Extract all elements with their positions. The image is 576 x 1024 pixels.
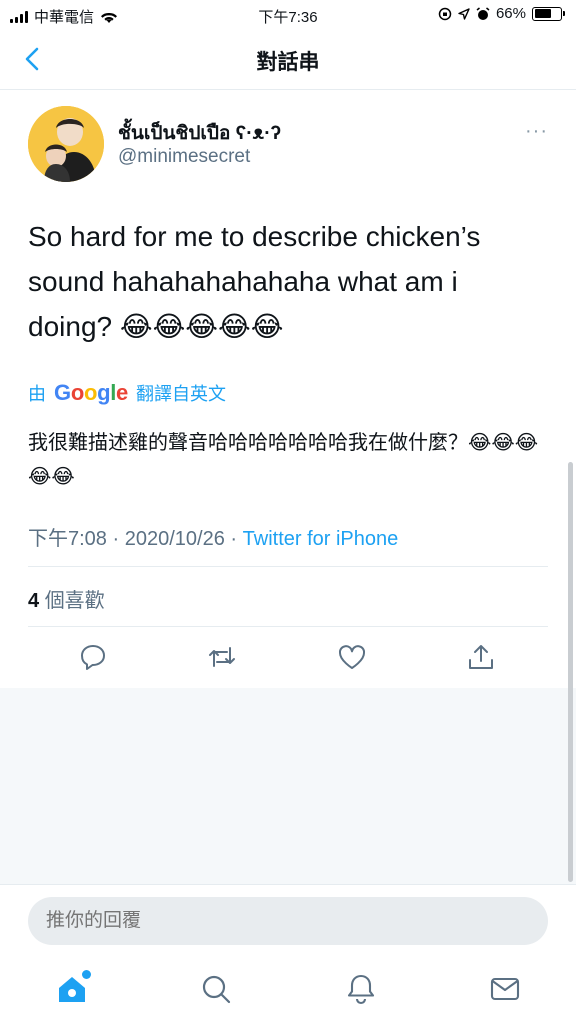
google-logo: Google [54, 380, 128, 405]
user-handle[interactable]: @minimesecret [118, 146, 250, 168]
tab-notifications[interactable] [344, 972, 378, 1006]
like-button[interactable] [337, 642, 367, 672]
scrollbar[interactable] [568, 462, 573, 882]
meta-separator: · [112, 528, 120, 550]
reply-icon [81, 645, 105, 670]
display-name[interactable]: ชั้นเป็นชิปเปือ ʕ·ᴥ·ʔ [118, 118, 281, 148]
tab-search[interactable] [199, 972, 233, 1006]
share-button[interactable] [466, 642, 496, 672]
likes-count: 4 [28, 590, 40, 612]
tweet-meta: 下午7:08 · 2020/10/26 · Twitter for iPhone [28, 522, 398, 551]
retweet-button[interactable] [207, 642, 237, 672]
page-title: 對話串 [256, 51, 320, 74]
translate-label: 翻譯自英文 [135, 384, 226, 404]
tweet-detail: ชั้นเป็นชิปเปือ ʕ·ᴥ·ʔ @minimesecret ··· … [0, 90, 576, 688]
retweet-icon [209, 647, 235, 667]
likes-label: 個喜歡 [44, 590, 105, 612]
share-icon [469, 645, 493, 669]
tweet-actions [0, 642, 576, 676]
avatar-image [28, 106, 104, 182]
location-icon [458, 7, 470, 20]
meta-separator: · [230, 528, 238, 550]
like-icon [338, 645, 366, 669]
translate-by-label: 由 [28, 384, 46, 404]
tweet-time: 下午7:08 [28, 528, 107, 550]
alarm-icon [476, 6, 490, 20]
battery-percent: 66% [495, 5, 526, 22]
reply-input[interactable] [28, 897, 548, 945]
likes-count-link[interactable]: 4 個喜歡 [28, 584, 105, 613]
messages-icon [490, 977, 520, 1001]
nav-header: 對話串 [0, 30, 576, 90]
tweet-source-link[interactable]: Twitter for iPhone [243, 528, 399, 550]
search-icon [202, 975, 231, 1004]
reply-bar [0, 884, 576, 958]
orientation-lock-icon [438, 7, 452, 20]
tab-home[interactable] [55, 970, 91, 1006]
status-bar: 中華電信 下午7:36 66% [0, 0, 576, 30]
notifications-icon [347, 974, 375, 1005]
replies-area [0, 688, 576, 884]
status-right: 66% [438, 5, 565, 22]
notification-dot [82, 970, 91, 979]
battery-icon [532, 6, 565, 21]
avatar[interactable] [28, 106, 104, 182]
tweet-date: 2020/10/26 [124, 528, 225, 550]
reply-button[interactable] [78, 642, 108, 672]
translated-text: 我很難描述雞的聲音哈哈哈哈哈哈哈我在做什麼？😂😂😂😂😂 [28, 432, 539, 488]
tab-messages[interactable] [488, 972, 522, 1006]
translation-attribution[interactable]: 由 Google 翻譯自英文 [28, 380, 226, 406]
tab-bar [0, 958, 576, 1024]
tweet-text: So hard for me to describe chicken’s sou… [28, 221, 481, 342]
divider [28, 626, 548, 627]
divider [28, 566, 548, 567]
more-options-button[interactable]: ··· [525, 120, 548, 143]
